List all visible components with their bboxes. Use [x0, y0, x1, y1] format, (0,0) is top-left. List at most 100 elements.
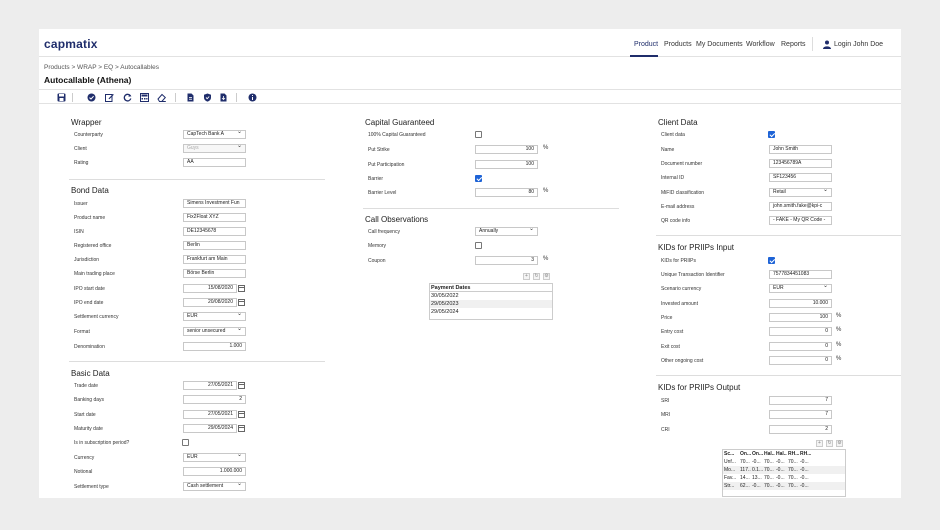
format-select[interactable]: senior unsecured: [183, 327, 246, 336]
currency-select[interactable]: EUR: [183, 453, 246, 462]
save-icon[interactable]: [57, 93, 66, 102]
capital-guaranteed-checkbox[interactable]: [475, 131, 482, 138]
coupon-input[interactable]: 3: [475, 256, 538, 265]
calendar-icon[interactable]: [238, 285, 245, 292]
qr-code-input[interactable]: - FAKE - My QR Code -: [769, 216, 832, 225]
subscription-checkbox[interactable]: [182, 439, 189, 446]
cri-input[interactable]: 2: [769, 425, 832, 434]
page-title: Autocallable (Athena): [44, 75, 132, 85]
barrier-level-input[interactable]: 80: [475, 188, 538, 197]
table-row[interactable]: Mo... 117... 0.1... 70... -0... 70... -0…: [723, 466, 845, 474]
grid-header-cell[interactable]: Hal...: [763, 450, 775, 458]
counterparty-select[interactable]: CapTech Bank A: [183, 130, 246, 139]
table-row[interactable]: Str... 62... -0... 70... -0... 70... -0.…: [723, 482, 845, 490]
registered-office-input[interactable]: Berlin: [183, 241, 246, 250]
product-name-input[interactable]: Fix2Float XYZ: [183, 213, 246, 222]
document-number-input[interactable]: 123456789A: [769, 159, 832, 168]
grid-refresh-icon[interactable]: ↻: [826, 440, 833, 447]
client-select[interactable]: Guys: [183, 144, 246, 153]
calendar-icon[interactable]: [238, 299, 245, 306]
internal-id-input[interactable]: SF123456: [769, 173, 832, 182]
maturity-date-input[interactable]: 29/05/2024: [183, 424, 237, 433]
client-data-checkbox[interactable]: [768, 131, 775, 138]
banking-days-input[interactable]: 2: [183, 395, 246, 404]
settlement-type-select[interactable]: Cash settlement: [183, 482, 246, 491]
main-trading-place-input[interactable]: Börse Berlin: [183, 269, 246, 278]
denomination-input[interactable]: 1.000: [183, 342, 246, 351]
login-user[interactable]: Login John Doe: [834, 41, 883, 48]
scenario-currency-select[interactable]: EUR: [769, 284, 832, 293]
mrm-input[interactable]: 7: [769, 410, 832, 419]
calendar-icon[interactable]: [238, 411, 245, 418]
notional-input[interactable]: 1.000.000: [183, 467, 246, 476]
table-row[interactable]: 29/05/2024: [430, 308, 552, 316]
mifid-select[interactable]: Retail: [769, 188, 832, 197]
jurisdiction-input[interactable]: Frankfurt am Main: [183, 255, 246, 264]
email-input[interactable]: john.smith.fake@kpi-c: [769, 202, 832, 211]
exit-cost-input[interactable]: 0: [769, 342, 832, 351]
banking-days-label: Banking days: [74, 397, 105, 403]
entry-cost-input[interactable]: 0: [769, 327, 832, 336]
grid-header-cell[interactable]: RH...: [787, 450, 799, 458]
sri-input[interactable]: 7: [769, 396, 832, 405]
uti-input[interactable]: 7577834451083: [769, 270, 832, 279]
toolbar-divider: [72, 93, 73, 102]
table-row[interactable]: Fav... 14... 13... 70... -0... 70... -0.…: [723, 474, 845, 482]
grid-refresh-icon[interactable]: ↻: [533, 273, 540, 280]
coupon-label: Coupon: [368, 258, 386, 264]
grid-settings-icon[interactable]: ⚙: [543, 273, 550, 280]
put-strike-input[interactable]: 100: [475, 145, 538, 154]
memory-checkbox[interactable]: [475, 242, 482, 249]
ongoing-cost-input[interactable]: 0: [769, 356, 832, 365]
isin-input[interactable]: DE12345678: [183, 227, 246, 236]
barrier-checkbox[interactable]: [475, 175, 482, 182]
document-icon[interactable]: [186, 93, 195, 102]
user-icon[interactable]: [823, 40, 831, 49]
grid-add-icon[interactable]: +: [523, 273, 530, 280]
eraser-icon[interactable]: [157, 93, 166, 102]
nav-workflow[interactable]: Workflow: [746, 41, 775, 48]
name-input[interactable]: John Smith: [769, 145, 832, 154]
grid-cell: -0...: [800, 483, 809, 489]
grid-settings-icon[interactable]: ⚙: [836, 440, 843, 447]
ipo-start-date-input[interactable]: 15/08/2020: [183, 284, 237, 293]
breadcrumb[interactable]: Products > WRAP > EQ > Autocallables: [44, 64, 159, 71]
grid-header-cell[interactable]: RH...: [799, 450, 811, 458]
kids-checkbox[interactable]: [768, 257, 775, 264]
put-participation-input[interactable]: 100: [475, 160, 538, 169]
kid-input-title: KIDs for PRIIPs Input: [658, 243, 735, 252]
calendar-icon[interactable]: [238, 425, 245, 432]
settlement-currency-select[interactable]: EUR: [183, 312, 246, 321]
grid-header-cell[interactable]: On...: [739, 450, 751, 458]
start-date-input[interactable]: 27/05/2021: [183, 410, 237, 419]
invested-amount-input[interactable]: 10.000: [769, 299, 832, 308]
entry-cost-label: Entry cost: [661, 329, 684, 335]
table-row[interactable]: 29/05/2023: [430, 300, 552, 308]
check-icon[interactable]: [87, 93, 96, 102]
grid-add-icon[interactable]: +: [816, 440, 823, 447]
call-frequency-select[interactable]: Annually: [475, 227, 538, 236]
issuer-input[interactable]: Simens Investment Fun: [183, 199, 246, 208]
refresh-icon[interactable]: [123, 93, 132, 102]
shield-icon[interactable]: [203, 93, 212, 102]
nav-my-documents[interactable]: My Documents: [696, 41, 743, 48]
nav-product[interactable]: Product: [634, 41, 658, 48]
nav-products[interactable]: Products: [664, 41, 692, 48]
ipo-end-date-input[interactable]: 20/08/2020: [183, 298, 237, 307]
download-icon[interactable]: [219, 93, 228, 102]
grid-header-cell[interactable]: Sc...: [723, 450, 739, 458]
nav-reports[interactable]: Reports: [781, 41, 806, 48]
table-row[interactable]: Unf... 70... -0... 70... -0... 70... -0.…: [723, 458, 845, 466]
info-icon[interactable]: [248, 93, 257, 102]
calendar-icon[interactable]: [238, 382, 245, 389]
rating-input[interactable]: AA: [183, 158, 246, 167]
grid-header-cell[interactable]: Hal...: [775, 450, 787, 458]
kid-output-title: KIDs for PRIIPs Output: [658, 383, 741, 392]
grid-header-cell[interactable]: On...: [751, 450, 763, 458]
calculator-icon[interactable]: [140, 93, 149, 102]
edit-icon[interactable]: [105, 93, 114, 102]
table-row[interactable]: 30/05/2022: [430, 292, 552, 300]
app-logo[interactable]: capmatix: [44, 37, 98, 51]
price-input[interactable]: 100: [769, 313, 832, 322]
trade-date-input[interactable]: 27/05/2021: [183, 381, 237, 390]
